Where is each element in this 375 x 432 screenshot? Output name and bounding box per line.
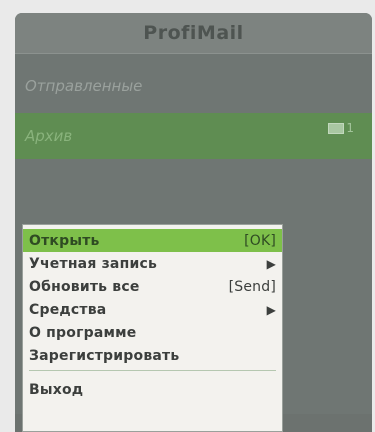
menu-item-label: Зарегистрировать bbox=[29, 347, 180, 364]
menu-item-label: Обновить все bbox=[29, 278, 140, 295]
menu-item-tools[interactable]: Средства ▶ bbox=[23, 298, 282, 321]
menu-separator bbox=[29, 370, 276, 374]
folder-item-archive[interactable]: Архив 1 bbox=[15, 113, 372, 159]
folder-item-sent[interactable]: Отправленные bbox=[15, 63, 372, 109]
submenu-arrow-icon: ▶ bbox=[266, 302, 276, 317]
menu-item-refresh-all[interactable]: Обновить все [Send] bbox=[23, 275, 282, 298]
menu-item-about[interactable]: О программе bbox=[23, 321, 282, 344]
mail-icon bbox=[328, 122, 345, 134]
menu-item-shortcut: [Send] bbox=[228, 278, 276, 295]
menu-item-account[interactable]: Учетная запись ▶ bbox=[23, 252, 282, 275]
folder-count: 1 bbox=[328, 121, 354, 135]
menu-item-label: Открыть bbox=[29, 232, 100, 249]
folder-count-value: 1 bbox=[346, 121, 354, 135]
menu-item-label: О программе bbox=[29, 324, 137, 341]
menu-item-label: Учетная запись bbox=[29, 255, 158, 272]
menu-item-exit[interactable]: Выход bbox=[23, 378, 282, 401]
screen-frame: ProfiMail Отправленные Архив 1 Открыть [… bbox=[0, 0, 375, 432]
app-title: ProfiMail bbox=[15, 13, 372, 54]
folder-label: Отправленные bbox=[25, 77, 143, 95]
folder-label: Архив bbox=[25, 127, 73, 145]
submenu-arrow-icon: ▶ bbox=[266, 256, 276, 271]
menu-item-label: Средства bbox=[29, 301, 107, 318]
menu-item-shortcut: [OK] bbox=[244, 232, 276, 249]
menu-item-label: Выход bbox=[29, 381, 84, 398]
menu-item-open[interactable]: Открыть [OK] bbox=[23, 229, 282, 252]
menu-item-register[interactable]: Зарегистрировать bbox=[23, 344, 282, 367]
context-menu: Открыть [OK] Учетная запись ▶ Обновить в… bbox=[22, 224, 283, 432]
